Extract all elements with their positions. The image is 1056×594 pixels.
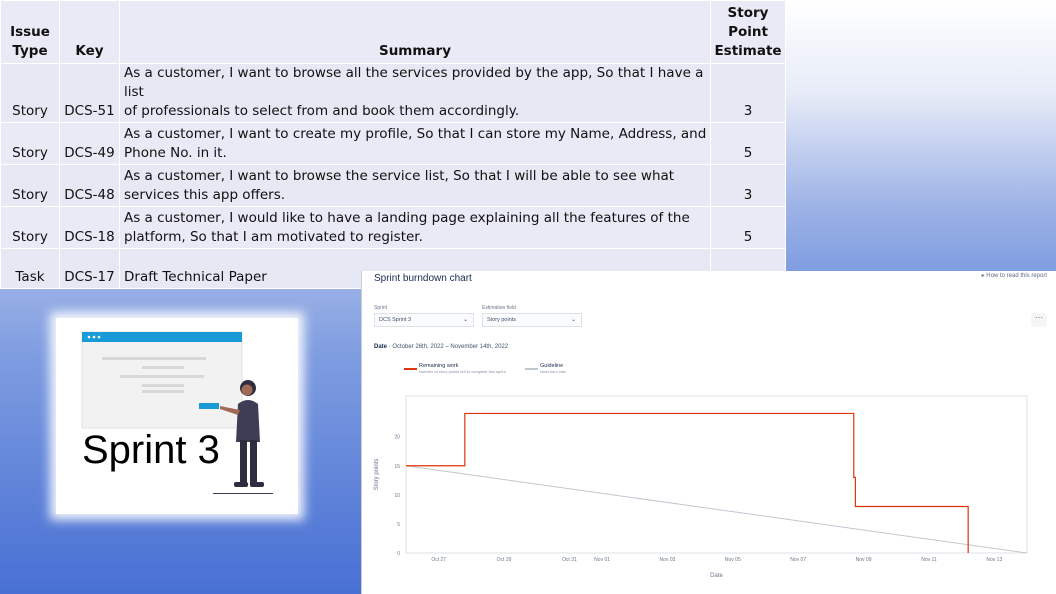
slide-background-top-right — [785, 0, 1056, 271]
x-tick-label: Oct 29 — [497, 557, 512, 563]
cell-type: Story — [0, 63, 60, 123]
more-options-button[interactable]: ··· — [1031, 313, 1047, 327]
x-tick-label: Nov 01 — [594, 557, 610, 563]
table-row[interactable]: Story DCS-18 As a customer, I would like… — [0, 206, 786, 249]
y-tick-label: 15 — [394, 464, 400, 470]
browser-window-illustration — [81, 331, 243, 429]
y-tick-label: 20 — [394, 435, 400, 441]
x-tick-label: Nov 05 — [725, 557, 741, 563]
x-axis-label: Date — [710, 573, 723, 579]
cell-summary: As a customer, I want to browse all the … — [119, 63, 711, 123]
date-range: Date · October 26th, 2022 – November 14t… — [374, 344, 509, 350]
legend-remaining[interactable]: Remaining work Number of story points le… — [419, 363, 506, 374]
presenter-illustration — [81, 331, 273, 494]
burndown-report-panel: Sprint burndown chart ▸ How to read this… — [361, 271, 1056, 594]
x-tick-label: Nov 07 — [790, 557, 806, 563]
cell-summary: As a customer, I want to create my profi… — [119, 122, 711, 165]
browser-titlebar-illustration — [82, 332, 242, 342]
chevron-down-icon: ⌄ — [462, 317, 468, 323]
cell-type: Story — [0, 122, 60, 165]
cell-type: Task — [0, 248, 60, 289]
cell-points: 3 — [710, 63, 786, 123]
cell-type: Story — [0, 206, 60, 249]
x-tick-label: Nov 03 — [660, 557, 676, 563]
x-tick-label: Nov 09 — [856, 557, 872, 563]
header-issue-type: Issue Type — [0, 0, 60, 64]
cell-points: 5 — [710, 206, 786, 249]
legend-remaining-swatch — [404, 368, 417, 370]
cell-key[interactable]: DCS-17 — [59, 248, 120, 289]
x-tick-label: Oct 31 — [562, 557, 577, 563]
estimation-select-value: Story points — [487, 317, 517, 323]
y-tick-label: 0 — [397, 551, 400, 557]
report-title: Sprint burndown chart — [374, 273, 472, 284]
cell-points: 3 — [710, 164, 786, 207]
table-row[interactable]: Story DCS-48 As a customer, I want to br… — [0, 164, 786, 207]
y-axis-label: Story points — [374, 459, 380, 491]
sprint-select[interactable]: DCS Sprint 3 ⌄ — [374, 313, 474, 327]
table-row[interactable]: Story DCS-49 As a customer, I want to cr… — [0, 122, 786, 165]
cell-key[interactable]: DCS-49 — [59, 122, 120, 165]
cell-summary: As a customer, I want to browse the serv… — [119, 164, 711, 207]
guideline-line — [405, 465, 1028, 554]
cell-key[interactable]: DCS-18 — [59, 206, 120, 249]
slide-title: Sprint 3 — [82, 428, 220, 472]
x-tick-label: Oct 27 — [431, 557, 446, 563]
y-tick-label: 10 — [394, 493, 400, 499]
pointer-board-illustration — [199, 403, 219, 409]
table-row[interactable]: Story DCS-51 As a customer, I want to br… — [0, 63, 786, 123]
header-story-point-estimate: Story Point Estimate — [710, 0, 786, 64]
plot-area — [405, 395, 1028, 554]
x-tick-label: Nov 13 — [986, 557, 1002, 563]
cell-points: 5 — [710, 122, 786, 165]
estimation-field-select[interactable]: Story points ⌄ — [482, 313, 582, 327]
legend-guideline-swatch — [525, 368, 538, 370]
cell-key[interactable]: DCS-51 — [59, 63, 120, 123]
estimation-field-label: Estimation field — [482, 305, 516, 311]
remaining-work-line — [406, 412, 969, 553]
sprint-select-value: DCS Sprint 3 — [379, 317, 412, 323]
cell-type: Story — [0, 164, 60, 207]
chevron-down-icon: ⌄ — [570, 317, 576, 323]
x-tick-label: Nov 11 — [921, 557, 937, 563]
sprint-label: Sprint — [374, 305, 388, 311]
cell-key[interactable]: DCS-48 — [59, 164, 120, 207]
table-header-row: Issue Type Key Summary Story Point Estimate — [0, 0, 786, 64]
burndown-chart: 0 5 10 15 20 Oct 27 Oct 29 Oct 31 Nov 01 Nov 03 No… — [374, 395, 1028, 579]
y-tick-label: 5 — [397, 522, 400, 528]
cell-summary: As a customer, I would like to have a la… — [119, 206, 711, 249]
how-to-read-link[interactable]: ▸ How to read this report — [982, 272, 1047, 279]
header-summary: Summary — [119, 0, 711, 64]
issue-table: Issue Type Key Summary Story Point Estimate… — [0, 0, 786, 289]
header-key: Key — [59, 0, 120, 64]
legend-guideline[interactable]: Guideline Ideal burn rate — [540, 363, 566, 374]
